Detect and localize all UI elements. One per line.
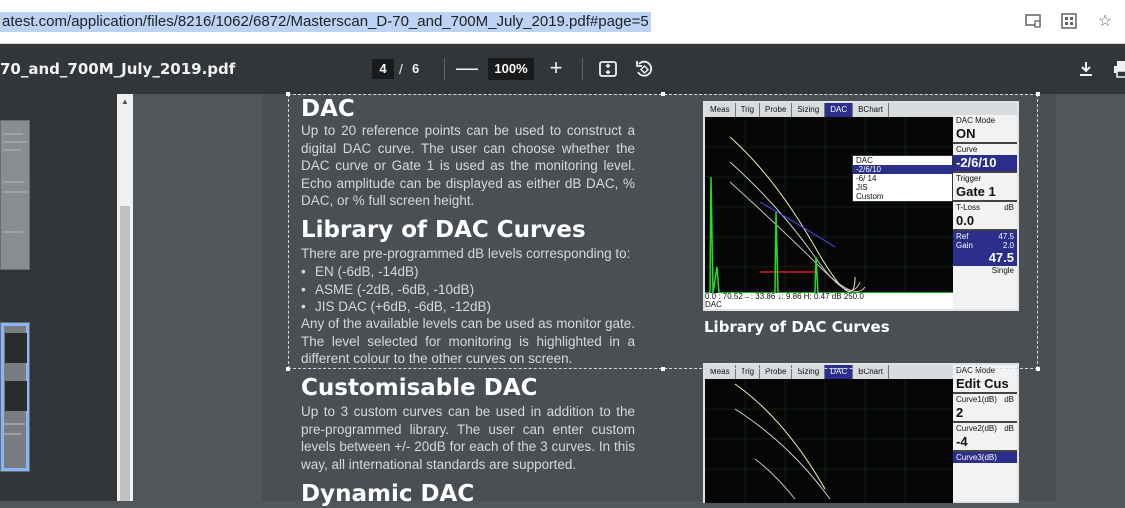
selection-handle[interactable] (1036, 92, 1040, 96)
setting-label: Curve2(dB) (956, 424, 997, 433)
a-scan-waveform (705, 379, 953, 503)
instrument-screenshot: Meas Trig Probe Sizing DAC BChart DAC Mo… (703, 363, 1019, 503)
setting-curve3-label: Curve3(dB) (953, 452, 1017, 463)
setting-label-row: Curve1(dB) dB (953, 394, 1017, 405)
setting-label-row: Curve2(dB) dB (953, 423, 1017, 434)
fit-to-page-icon[interactable] (598, 59, 618, 79)
thumbnail-sidebar[interactable] (0, 94, 133, 501)
setting-curve2: Curve2(dB) dB -4 (953, 423, 1017, 452)
paragraph-custom: Up to 3 custom curves can be used in add… (301, 404, 635, 472)
rotate-icon[interactable] (634, 59, 654, 79)
download-icon[interactable] (1076, 59, 1096, 79)
setting-value: 2 (953, 405, 1017, 422)
setting-dac-mode: DAC Mode Edit Cus (953, 365, 1017, 394)
a-scan-plot (705, 379, 953, 503)
address-bar[interactable]: atest.com/application/files/8216/1062/68… (0, 0, 1125, 44)
selection-handle[interactable] (286, 92, 290, 96)
page-thumbnail-current[interactable] (0, 322, 30, 472)
setting-unit: dB (1004, 395, 1014, 404)
cast-icon[interactable] (1023, 11, 1043, 31)
pdf-toolbar: 70_and_700M_July_2019.pdf 4 / 6 — 100% + (0, 44, 1125, 94)
toolbar-divider (582, 58, 583, 80)
scrollbar-thumb[interactable] (120, 206, 130, 501)
setting-value: Edit Cus (953, 376, 1017, 393)
heading-dynamic: Dynamic DAC (301, 481, 475, 507)
selection-handle[interactable] (286, 367, 290, 371)
page-number-input[interactable]: 4 (372, 59, 394, 79)
scroll-up-arrow-icon[interactable]: ▲ (117, 96, 133, 108)
setting-value: -4 (953, 434, 1017, 451)
setting-curve1: Curve1(dB) dB 2 (953, 394, 1017, 423)
selection-handle[interactable] (1036, 367, 1040, 371)
document-title: 70_and_700M_July_2019.pdf (0, 60, 236, 78)
page-thumbnail[interactable] (0, 120, 30, 270)
address-bar-actions: ☆ (1023, 11, 1115, 31)
zoom-in-button[interactable]: + (546, 55, 566, 81)
selection-handle[interactable] (661, 92, 665, 96)
sidebar-scrollbar[interactable]: ▲ (117, 94, 133, 501)
page-separator: / (399, 61, 403, 77)
zoom-level-input[interactable]: 100% (488, 58, 534, 80)
extension-icon[interactable] (1059, 11, 1079, 31)
print-icon[interactable] (1112, 59, 1125, 79)
zoom-out-button[interactable]: — (456, 55, 478, 81)
text-selection-box (286, 92, 1040, 371)
url-text[interactable]: atest.com/application/files/8216/1062/68… (0, 12, 651, 32)
setting-label: Curve1(dB) (956, 395, 997, 404)
setting-unit: dB (1004, 424, 1014, 433)
instrument-settings-panel: DAC Mode Edit Cus Curve1(dB) dB 2 Curve2(… (953, 365, 1017, 501)
toolbar-divider (444, 58, 445, 80)
bookmark-star-icon[interactable]: ☆ (1095, 11, 1115, 31)
selection-handle[interactable] (661, 367, 665, 371)
page-total: 6 (412, 61, 420, 76)
heading-custom: Customisable DAC (301, 375, 538, 401)
